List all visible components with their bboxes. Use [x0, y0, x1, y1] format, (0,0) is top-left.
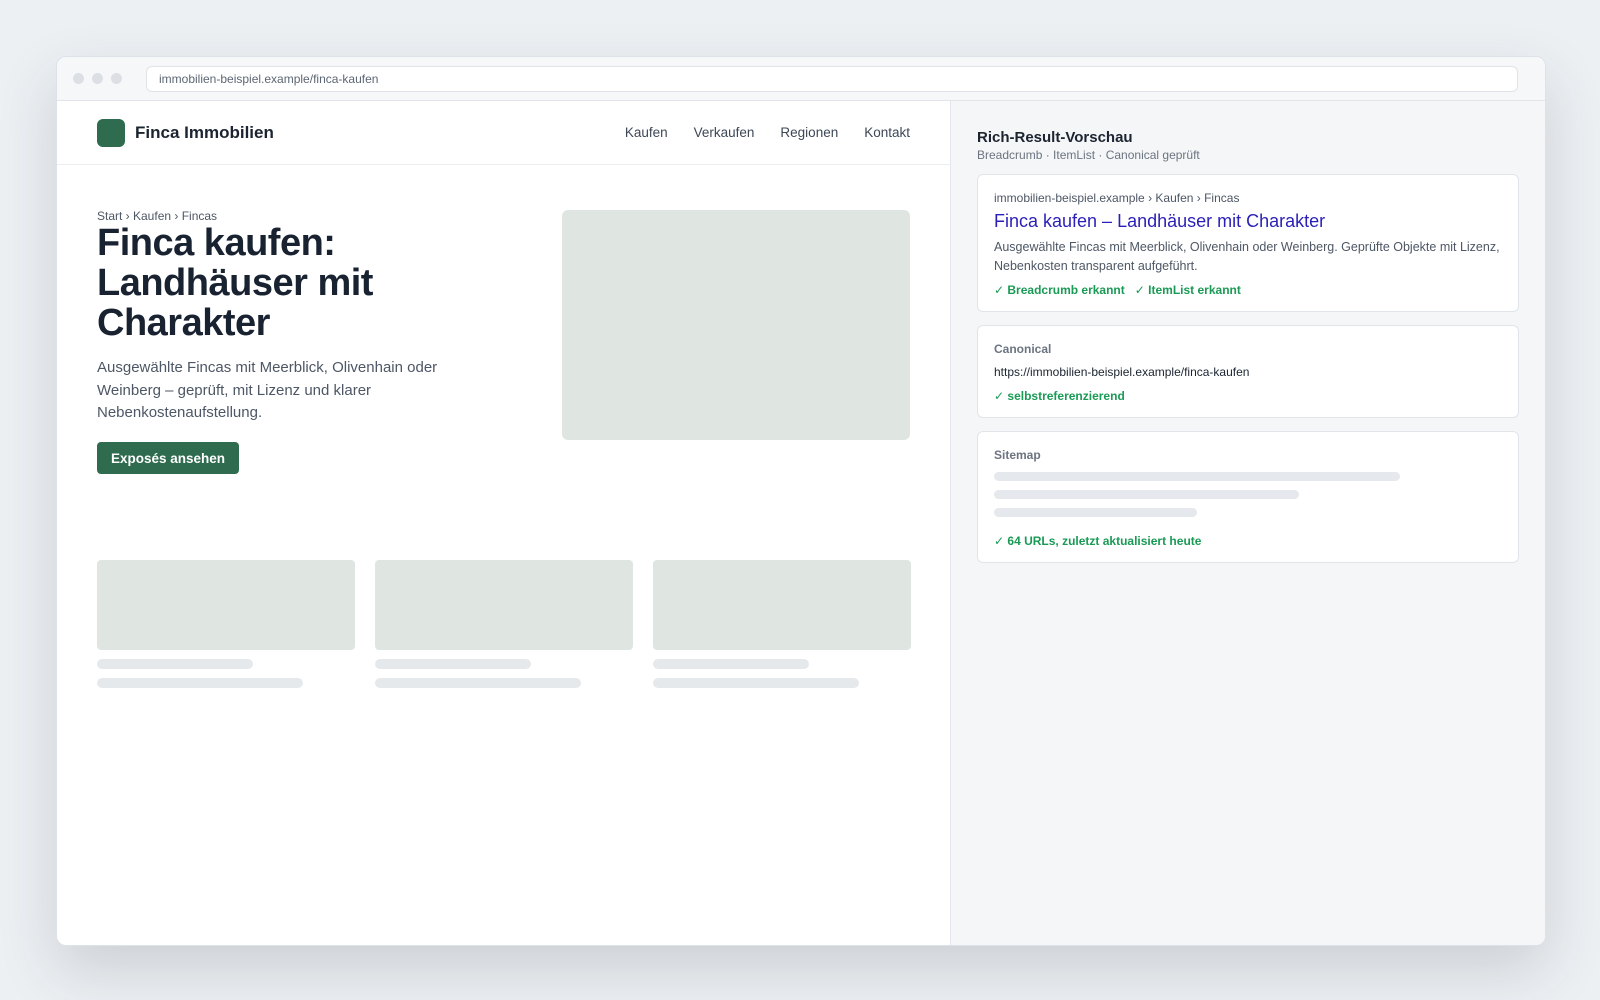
brand-logo-icon [97, 118, 125, 147]
sitemap-check-badge: ✓ 64 URLs, zuletzt aktualisiert heute [994, 534, 1202, 548]
browser-window: immobilien-beispiel.example/finca-kaufen… [56, 56, 1546, 946]
sitemap-label: Sitemap [994, 448, 1041, 462]
rich-result-panel: Rich-Result-Vorschau Breadcrumb · ItemLi… [951, 101, 1545, 945]
canonical-check-badge: ✓ selbstreferenzierend [994, 389, 1125, 403]
hero-lede: Ausgewählte Fincas mit Meerblick, Oliven… [97, 359, 438, 421]
nav-item-regionen[interactable]: Regionen [780, 125, 838, 140]
breadcrumb-check-badge: ✓ Breadcrumb erkannt [994, 283, 1125, 297]
hero-image-placeholder [562, 210, 910, 440]
site-preview: Finca Immobilien Kaufen Verkaufen Region… [57, 101, 951, 945]
sitemap-line-placeholder [994, 490, 1299, 499]
listing-card[interactable] [653, 560, 911, 688]
canonical-label: Canonical [994, 342, 1052, 356]
text-placeholder [97, 678, 303, 688]
listing-cards [97, 560, 911, 688]
minimize-dot-icon[interactable] [92, 73, 103, 84]
listing-image-placeholder [375, 560, 633, 650]
serp-preview-card: immobilien-beispiel.example › Kaufen › F… [977, 174, 1519, 312]
page-title: Finca kaufen: Landhäuser mit Charakter [97, 222, 373, 344]
browser-content: Finca Immobilien Kaufen Verkaufen Region… [57, 101, 1545, 945]
brand-name: Finca Immobilien [135, 122, 274, 142]
text-placeholder [97, 659, 253, 669]
text-placeholder [653, 678, 859, 688]
main-nav: Kaufen Verkaufen Regionen Kontakt [625, 125, 910, 140]
serp-breadcrumb: immobilien-beispiel.example › Kaufen › F… [994, 191, 1240, 205]
text-placeholder [653, 659, 809, 669]
address-bar[interactable]: immobilien-beispiel.example/finca-kaufen [146, 65, 1518, 92]
window-controls [73, 73, 122, 84]
listing-image-placeholder [97, 560, 355, 650]
serp-title-link[interactable]: Finca kaufen – Landhäuser mit Charakter [994, 211, 1502, 232]
nav-item-kaufen[interactable]: Kaufen [625, 125, 668, 140]
panel-title: Rich-Result-Vorschau [977, 129, 1133, 146]
listing-card[interactable] [375, 560, 633, 688]
text-placeholder [375, 678, 581, 688]
sitemap-line-placeholder [994, 472, 1400, 481]
listing-card[interactable] [97, 560, 355, 688]
sitemap-card: Sitemap ✓ 64 URLs, zuletzt aktualisiert … [977, 431, 1519, 563]
site-header: Finca Immobilien Kaufen Verkaufen Region… [57, 101, 950, 165]
panel-subtitle: Breadcrumb · ItemList · Canonical geprüf… [977, 148, 1200, 162]
nav-item-verkaufen[interactable]: Verkaufen [694, 125, 755, 140]
close-dot-icon[interactable] [73, 73, 84, 84]
canonical-card: Canonical https://immobilien-beispiel.ex… [977, 325, 1519, 418]
itemlist-check-badge: ✓ ItemList erkannt [1134, 283, 1241, 297]
serp-description: Ausgewählte Fincas mit Meerblick, Oliven… [994, 240, 1500, 273]
nav-item-kontakt[interactable]: Kontakt [864, 125, 910, 140]
brand[interactable]: Finca Immobilien [97, 118, 274, 147]
listing-image-placeholder [653, 560, 911, 650]
sitemap-line-placeholder [994, 508, 1197, 517]
maximize-dot-icon[interactable] [111, 73, 122, 84]
view-exposes-button[interactable]: Exposés ansehen [97, 442, 240, 474]
browser-chrome: immobilien-beispiel.example/finca-kaufen [57, 57, 1545, 101]
serp-checks: ✓ Breadcrumb erkannt ✓ ItemList erkannt [994, 283, 1502, 297]
text-placeholder [375, 659, 531, 669]
canonical-url[interactable]: https://immobilien-beispiel.example/finc… [994, 365, 1502, 379]
breadcrumb[interactable]: Start › Kaufen › Fincas [97, 209, 217, 223]
